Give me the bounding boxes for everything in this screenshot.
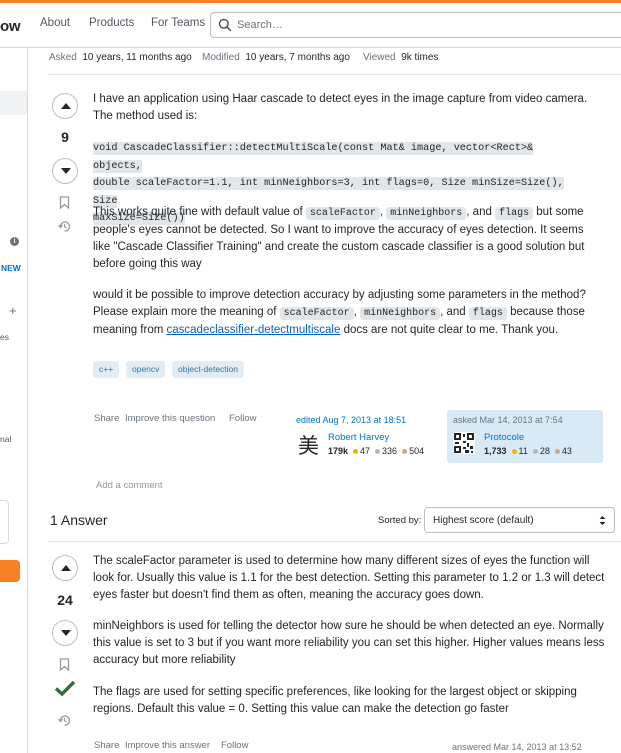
top-bar: ow About Products For Teams Search… [0,3,621,48]
answer-upvote-button[interactable] [52,555,78,581]
answer-score: 24 [57,592,73,608]
question-upvote-button[interactable] [52,93,78,119]
answers-divider [48,541,621,542]
question-downvote-button[interactable] [52,158,78,184]
plus-icon[interactable]: + [9,303,17,318]
sidebar-text-nal[interactable]: nal [0,434,11,444]
search-input[interactable]: Search… [210,12,621,38]
editor-avatar[interactable]: 美 [298,430,319,460]
silver-count: 336 [382,446,398,456]
add-comment-link[interactable]: Add a comment [96,480,163,491]
answer-paragraph-1: The scaleFactor parameter is used to det… [93,555,605,601]
sidebar-new-badge: NEW [1,263,21,273]
follow-link[interactable]: Follow [229,413,256,424]
modified-label: Modified [202,52,240,63]
inline-code: minNeighbors [360,307,441,320]
viewed-value: 9k times [401,52,439,63]
question-paragraph-3: would it be possible to improve detectio… [93,287,603,339]
tag-cpp[interactable]: c++ [93,361,120,378]
improve-question-link[interactable]: Improve this question [125,413,215,424]
docs-link[interactable]: cascadeclassifier-detectmultiscale [167,324,341,336]
edited-link[interactable]: edited Aug 7, 2013 at 18:51 [296,415,406,425]
text-fragment: This works quite fine with default value… [93,206,306,218]
answer-paragraph-3: The flags are used for setting specific … [93,686,577,715]
nav-for-teams[interactable]: For Teams [151,17,205,29]
meta-divider [48,74,621,75]
gold-count: 47 [360,446,371,456]
inline-code: flags [468,307,507,320]
left-sidebar [0,48,28,753]
asker-card: asked Mar 14, 2013 at 7:54 Protocole 1,7… [447,410,603,463]
asker-reputation: 1,733 11 28 43 [484,446,572,456]
accepted-checkmark-icon [54,680,76,697]
question-paragraph-1: I have an application using Haar cascade… [93,93,588,122]
nav-about[interactable]: About [40,17,70,29]
sort-select-value: Highest score (default) [433,515,534,526]
answer-downvote-button[interactable] [52,620,78,646]
share-link[interactable]: Share [94,740,119,751]
sort-select[interactable]: Highest score (default) [424,507,615,533]
arrow-up-icon [61,565,71,571]
arrow-up-icon [61,103,71,109]
modified-meta: Modified 10 years, 7 months ago [202,52,350,63]
editor-reputation: 179k 47 336 504 [328,446,424,456]
history-icon[interactable] [58,220,71,233]
inline-code: scaleFactor [305,207,380,220]
sidebar-text-es[interactable]: es [0,332,9,342]
bronze-count: 43 [561,446,572,456]
info-icon[interactable]: i [10,237,19,246]
code-line: void CascadeClassifier::detectMultiScale… [93,142,534,173]
asked-meta: Asked 10 years, 11 months ago [49,52,192,63]
tag-opencv[interactable]: opencv [126,361,166,378]
answers-count-heading: 1 Answer [50,512,108,528]
text-fragment: docs are not quite clear to me. Thank yo… [340,324,559,336]
tag-object-detection[interactable]: object-detection [172,361,245,378]
site-logo[interactable]: ow [0,18,21,35]
rep-value: 179k [328,446,349,456]
sidebar-box [0,500,9,544]
sidebar-selected-item[interactable] [0,91,27,115]
search-placeholder: Search… [237,19,283,31]
text-fragment: , and [466,206,496,218]
bookmark-icon[interactable] [59,196,70,209]
inline-code: minNeighbors [386,207,467,220]
nav-products[interactable]: Products [89,17,134,29]
asker-avatar[interactable] [453,432,475,454]
search-icon [218,18,232,32]
gold-count: 11 [518,446,528,456]
sidebar-orange-button[interactable] [0,560,20,582]
select-arrows-icon [599,516,606,525]
asked-time: asked Mar 14, 2013 at 7:54 [453,415,563,425]
question-score: 9 [61,129,69,145]
bronze-count: 504 [409,446,425,456]
inline-code: scaleFactor [279,307,354,320]
arrow-down-icon [61,630,71,636]
modified-value: 10 years, 7 months ago [245,52,350,63]
silver-count: 28 [539,446,550,456]
code-line: double scaleFactor=1.1, int minNeighbors… [93,177,564,208]
text-fragment: , and [440,306,469,318]
rep-value: 1,733 [484,446,507,456]
viewed-meta: Viewed 9k times [363,52,438,63]
history-icon[interactable] [58,714,71,727]
bookmark-icon[interactable] [59,658,70,671]
editor-name[interactable]: Robert Harvey [328,432,389,443]
follow-link[interactable]: Follow [221,740,248,751]
inline-code: flags [495,207,534,220]
answer-paragraph-2: minNeighbors is used for telling the det… [93,620,605,666]
asked-value: 10 years, 11 months ago [82,52,192,63]
arrow-down-icon [61,168,71,174]
share-link[interactable]: Share [94,413,119,424]
answered-time: answered Mar 14, 2013 at 13:52 [452,742,582,752]
improve-answer-link[interactable]: Improve this answer [125,740,210,751]
asker-name[interactable]: Protocole [484,432,524,443]
sort-label: Sorted by: [378,515,422,526]
asked-label: Asked [49,52,77,63]
question-paragraph-2: This works quite fine with default value… [93,204,603,273]
viewed-label: Viewed [363,52,396,63]
